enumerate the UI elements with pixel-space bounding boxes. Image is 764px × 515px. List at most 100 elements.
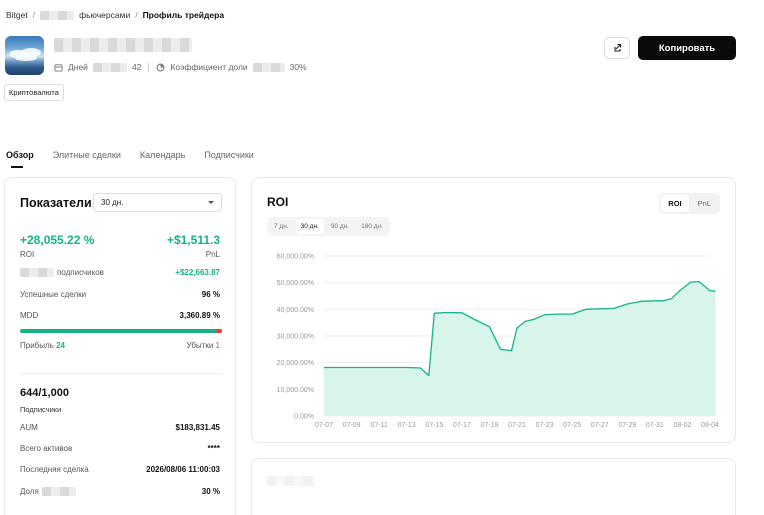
roi-area bbox=[324, 281, 716, 416]
x-tick-label: 07-07 bbox=[315, 422, 333, 429]
x-tick-label: 07-29 bbox=[618, 422, 636, 429]
profit-count-value: 24 bbox=[56, 341, 65, 350]
breadcrumb-current: Профиль трейдера bbox=[142, 10, 225, 20]
breadcrumb-separator: / bbox=[32, 10, 36, 20]
roi-label: ROI bbox=[20, 250, 35, 259]
x-tick-label: 07-31 bbox=[646, 422, 664, 429]
period-select[interactable]: 30 дн. bbox=[93, 193, 222, 212]
y-tick-label: 60,000.00% bbox=[277, 254, 314, 261]
share-label: Доля bbox=[20, 487, 39, 496]
y-tick-label: 30,000.00% bbox=[277, 334, 314, 341]
ratio-hidden bbox=[252, 62, 285, 72]
tab-overview[interactable]: Обзор bbox=[6, 150, 34, 168]
roi-chart: 0.00% 10,000.00% 20,000.00% 30,000.00% 40,00… bbox=[277, 254, 719, 430]
calendar-icon bbox=[54, 63, 63, 72]
x-tick-label: 08-02 bbox=[673, 422, 691, 429]
aum-value: $183,831.45 bbox=[175, 423, 221, 432]
last-trade-row: Последняя сделка 2026/08/06 11:00:03 bbox=[20, 465, 220, 474]
x-tick-label: 07-13 bbox=[398, 422, 416, 429]
ratio-value: 30% bbox=[289, 62, 307, 72]
winrate-row: Успешные сделки 96 % bbox=[20, 290, 220, 299]
share-ratio-icon bbox=[156, 63, 165, 71]
pnl-value: +$1,511.3 bbox=[166, 233, 220, 247]
toggle-pnl[interactable]: PnL bbox=[691, 195, 718, 212]
share-row: Доля 30 % bbox=[20, 487, 220, 496]
days-label: Дней bbox=[68, 62, 88, 72]
share-button[interactable] bbox=[604, 37, 630, 59]
mdd-value: 3,360.89 % bbox=[179, 311, 220, 320]
copy-button[interactable]: Копировать bbox=[638, 36, 736, 60]
x-tick-label: 07-17 bbox=[453, 422, 471, 429]
avatar bbox=[5, 36, 44, 75]
divider bbox=[148, 62, 150, 72]
x-tick-label: 07-15 bbox=[425, 422, 443, 429]
assets-label: Всего активов bbox=[20, 444, 73, 453]
secondary-card-title-hidden bbox=[267, 476, 315, 486]
loss-segment bbox=[216, 329, 222, 333]
loss-count: Убытки 1 bbox=[186, 341, 220, 350]
profit-label: Прибыль bbox=[20, 341, 54, 350]
x-tick-label: 07-19 bbox=[480, 422, 498, 429]
loss-label: Убытки bbox=[186, 341, 214, 350]
win-loss-bar bbox=[20, 329, 222, 333]
loss-count-value: 1 bbox=[215, 341, 220, 350]
stats-title: Показатели bbox=[20, 196, 92, 210]
roi-pnl-toggle: ROI PnL bbox=[659, 193, 720, 214]
subscribers-profit-value: +$22,663.87 bbox=[175, 268, 220, 277]
assets-row: Всего активов **** bbox=[20, 444, 220, 453]
toggle-roi[interactable]: ROI bbox=[661, 195, 689, 212]
roi-chart-card: ROI ROI PnL 7 дн. 30 дн. 90 дн. 180 дн. … bbox=[251, 177, 736, 443]
breadcrumb-hidden-text bbox=[40, 10, 75, 20]
x-tick-label: 07-11 bbox=[370, 422, 387, 429]
profit-count: Прибыль 24 bbox=[20, 341, 65, 350]
category-tag: Криптовалюта bbox=[4, 84, 64, 101]
breadcrumb-middle[interactable]: фьючерсами bbox=[79, 10, 130, 20]
x-tick-label: 07-09 bbox=[343, 422, 361, 429]
subscribers-profit-label: подписчиков bbox=[57, 268, 104, 277]
aum-row: AUM $183,831.45 bbox=[20, 423, 220, 432]
roi-value: +28,055.22 % bbox=[20, 233, 95, 247]
followers-value: 644/1,000 bbox=[20, 387, 69, 399]
period-select-value: 30 дн. bbox=[101, 198, 124, 207]
subscribers-profit-row: подписчиков +$22,663.87 bbox=[20, 268, 220, 277]
subscribers-hidden bbox=[20, 268, 54, 277]
tab-calendar[interactable]: Календарь bbox=[140, 150, 185, 166]
period-30d[interactable]: 30 дн. bbox=[295, 219, 324, 234]
tab-subscribers[interactable]: Подписчики bbox=[204, 150, 254, 166]
share-hidden bbox=[41, 487, 76, 496]
x-tick-label: 08-04 bbox=[701, 422, 719, 429]
y-tick-label: 20,000.00% bbox=[277, 360, 314, 367]
chevron-down-icon bbox=[208, 201, 214, 204]
share-value: 30 % bbox=[201, 487, 220, 496]
aum-label: AUM bbox=[20, 423, 38, 432]
period-90d[interactable]: 90 дн. bbox=[326, 219, 354, 234]
stats-card: Показатели 30 дн. +28,055.22 % +$1,511.3… bbox=[4, 177, 236, 515]
chart-period-tabs: 7 дн. 30 дн. 90 дн. 180 дн. bbox=[267, 217, 390, 236]
winrate-value: 96 % bbox=[201, 290, 220, 299]
roi-chart-title: ROI bbox=[267, 195, 289, 209]
breadcrumb-root[interactable]: Bitget bbox=[6, 10, 28, 20]
y-tick-label: 50,000.00% bbox=[277, 280, 314, 287]
last-trade-value: 2026/08/06 11:00:03 bbox=[146, 465, 220, 474]
tab-elite-trades[interactable]: Элитные сделки bbox=[53, 150, 121, 166]
y-tick-label: 40,000.00% bbox=[277, 307, 314, 314]
x-tick-label: 07-27 bbox=[591, 422, 609, 429]
profile-stats: Дней 42 Коэффициент доли 30% bbox=[54, 62, 307, 72]
y-tick-label: 10,000.00% bbox=[277, 387, 314, 394]
period-180d[interactable]: 180 дн. bbox=[356, 219, 388, 234]
days-value: 42 bbox=[131, 62, 142, 72]
y-tick-label: 0.00% bbox=[294, 414, 314, 421]
trader-name-hidden bbox=[54, 38, 192, 52]
divider bbox=[20, 373, 222, 374]
profile-tabs: Обзор Элитные сделки Календарь Подписчик… bbox=[6, 150, 254, 168]
x-tick-label: 07-21 bbox=[508, 422, 526, 429]
secondary-card bbox=[251, 458, 736, 515]
share-icon bbox=[614, 43, 622, 52]
winrate-label: Успешные сделки bbox=[20, 290, 87, 299]
mdd-label: MDD bbox=[20, 311, 39, 320]
period-7d[interactable]: 7 дн. bbox=[269, 219, 294, 234]
x-tick-label: 07-23 bbox=[536, 422, 554, 429]
days-hidden bbox=[92, 62, 127, 72]
last-trade-label: Последняя сделка bbox=[20, 465, 89, 474]
breadcrumb: Bitget / фьючерсами / Профиль трейдера bbox=[6, 10, 224, 20]
